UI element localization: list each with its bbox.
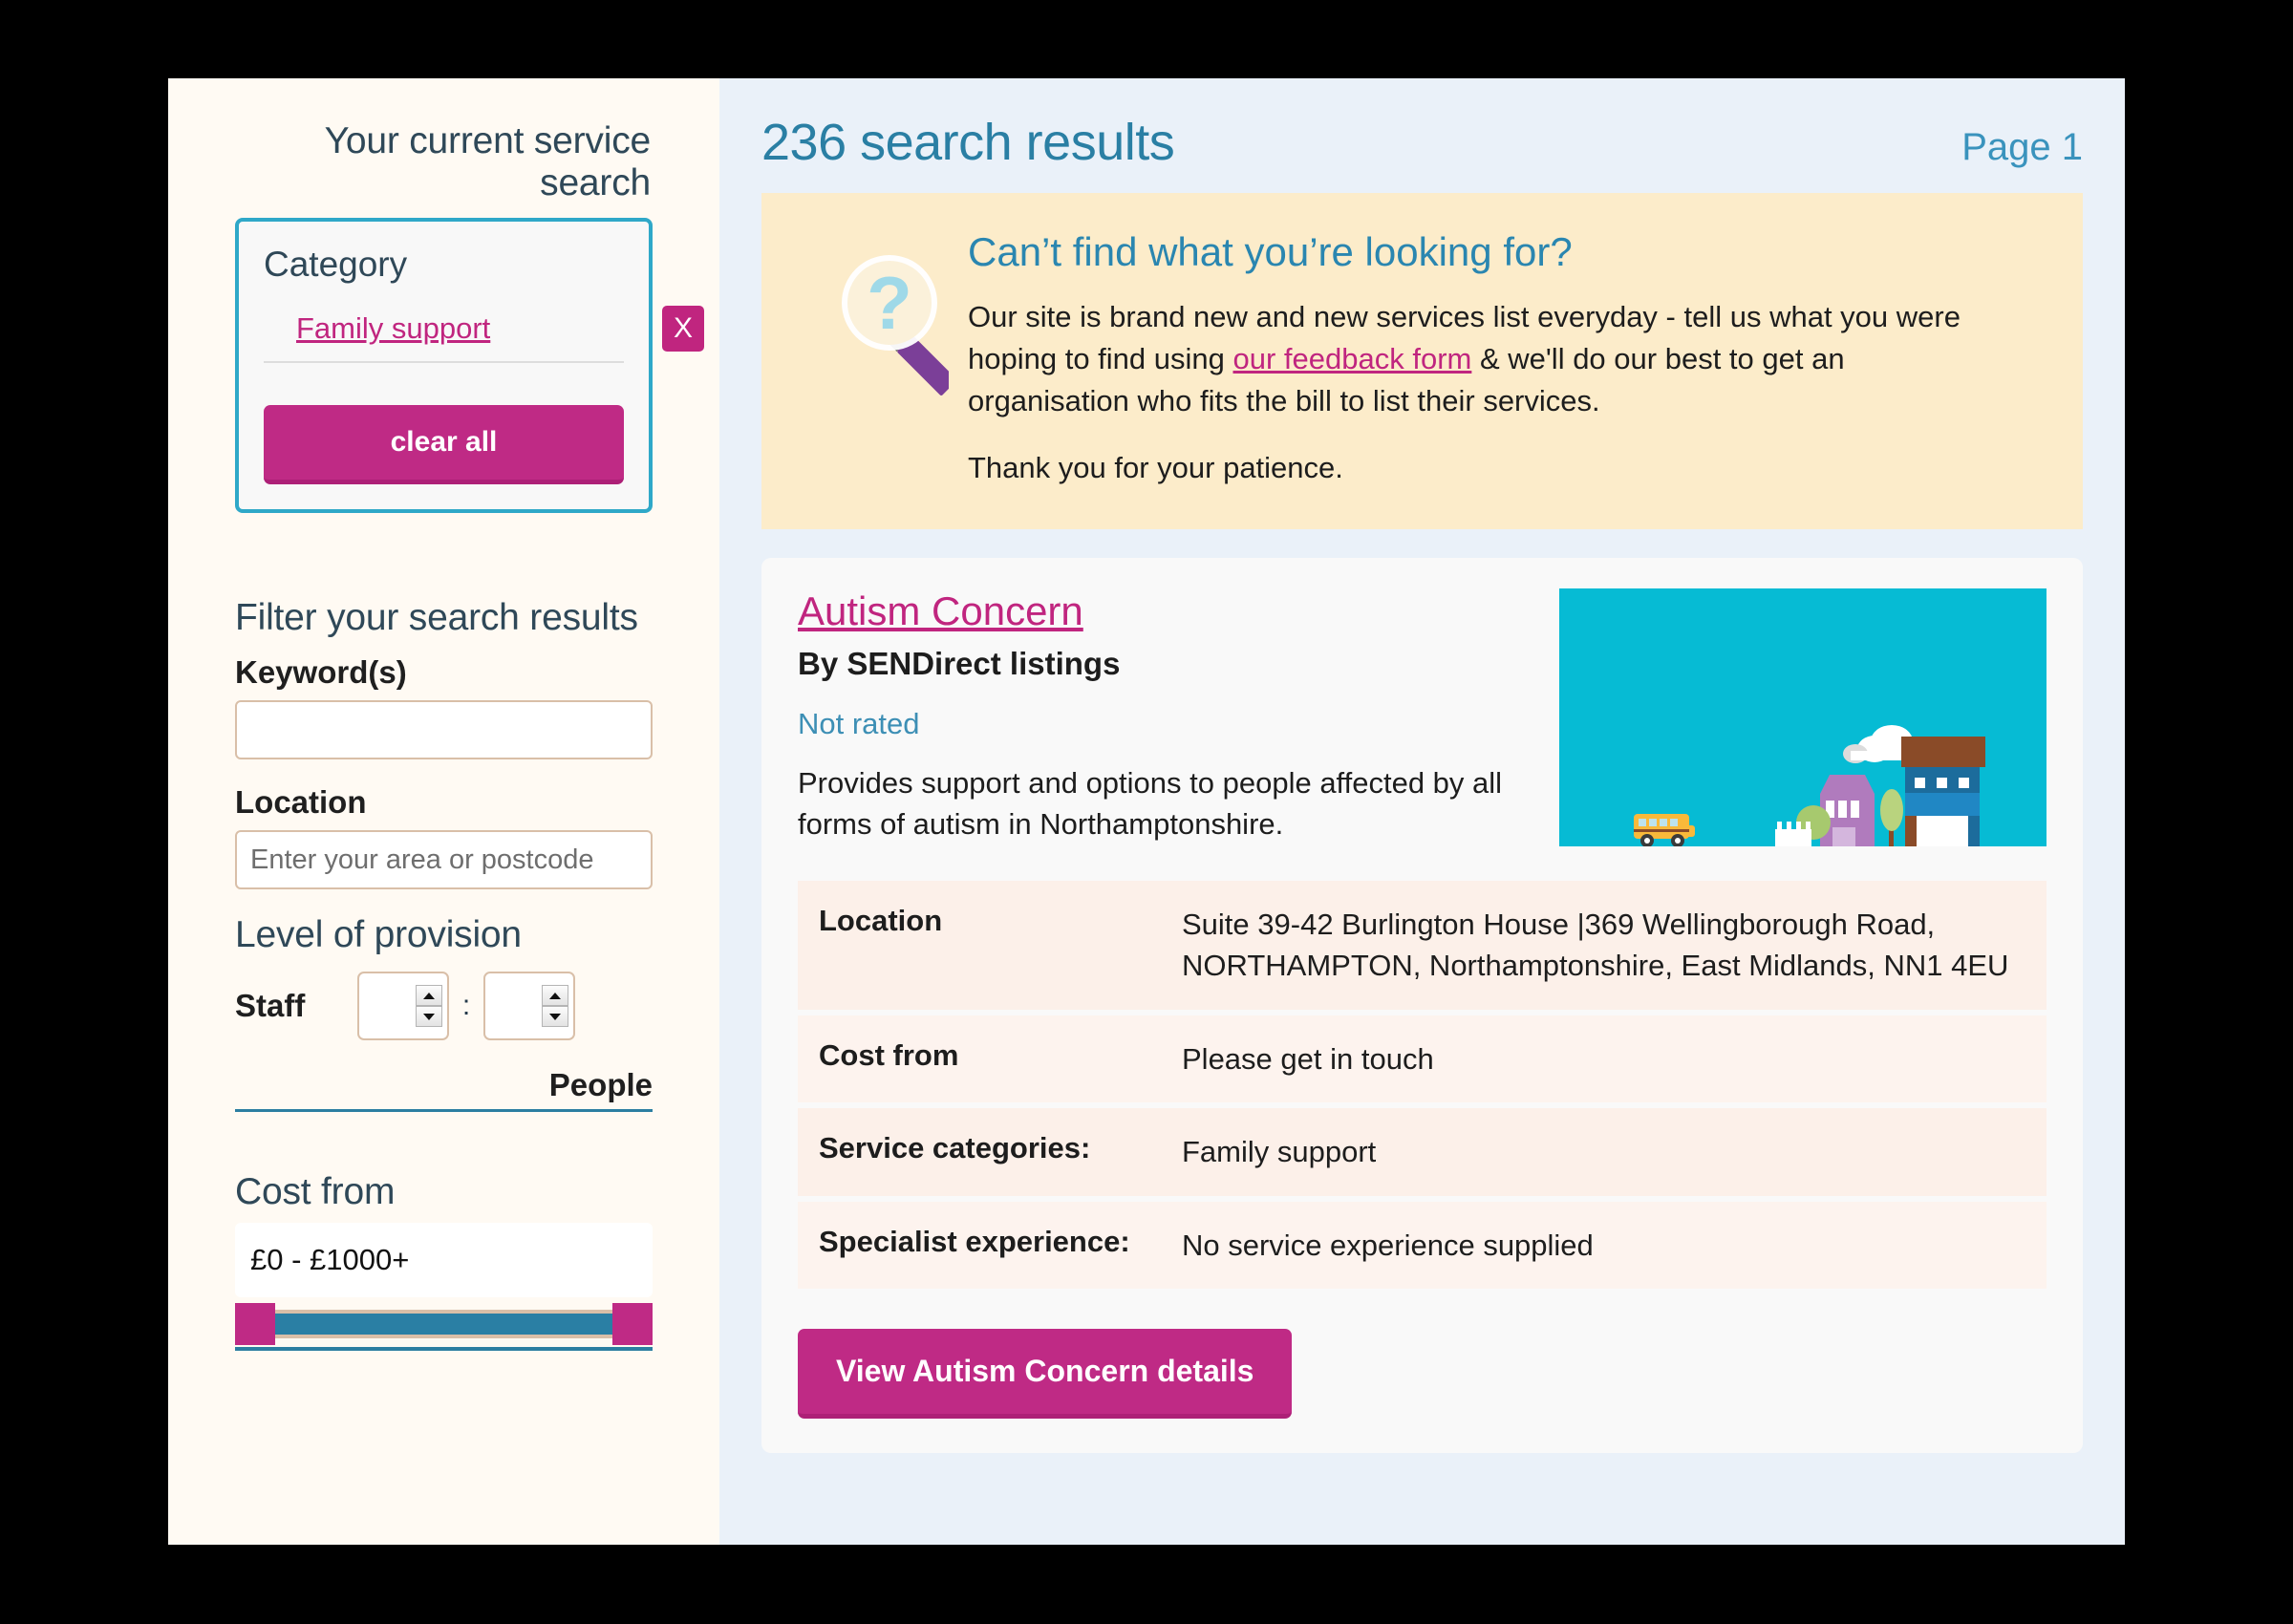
stepper-arrows-right-icon[interactable]: [542, 985, 568, 1027]
slider-track[interactable]: [235, 1310, 653, 1338]
ratio-separator: :: [461, 990, 471, 1021]
location-input[interactable]: [235, 830, 653, 889]
service-description: Provides support and options to people a…: [798, 766, 1503, 842]
slider-handle-min[interactable]: [235, 1303, 275, 1345]
category-label: Category: [264, 245, 408, 284]
detail-value: No service experience supplied: [1182, 1228, 1594, 1262]
staff-label: Staff: [235, 988, 306, 1023]
detail-value: Family support: [1182, 1135, 1377, 1169]
keywords-input[interactable]: [235, 700, 653, 759]
page-indicator: Page 1: [1961, 126, 2083, 168]
staff-ratio-row: Staff :: [235, 972, 653, 1040]
detail-key: Service categories:: [819, 1131, 1091, 1165]
slider-baseline: [235, 1347, 653, 1351]
notice-body: Can’t find what you’re looking for? Our …: [949, 229, 2039, 489]
table-row: Cost from Please get in touch: [798, 1015, 2047, 1103]
detail-value: Please get in touch: [1182, 1041, 1434, 1076]
notice-title: Can’t find what you’re looking for?: [968, 229, 1573, 274]
view-service-details-button[interactable]: View Autism Concern details: [798, 1329, 1293, 1420]
result-card-text: Autism Concern By SENDirect listings Not…: [798, 588, 1559, 845]
cost-from-title: Cost from: [235, 1171, 396, 1212]
cost-range-value: £0 - £1000+: [235, 1223, 653, 1297]
service-detail-table: Location Suite 39-42 Burlington House |3…: [798, 881, 2047, 1290]
cant-find-notice: ? Can’t find what you’re looking for? Ou…: [761, 193, 2083, 530]
service-provider: By SENDirect listings: [798, 646, 1121, 682]
clear-all-button[interactable]: clear all: [264, 405, 624, 484]
selected-category-link[interactable]: Family support: [296, 311, 490, 345]
main-results-panel: 236 search results Page 1 ? Can’t find w…: [719, 78, 2125, 1545]
level-of-provision-title: Level of provision: [235, 914, 522, 955]
table-row: Service categories: Family support: [798, 1108, 2047, 1196]
notice-paragraph-1: Our site is brand new and new services l…: [968, 296, 1961, 422]
feedback-form-link[interactable]: our feedback form: [1233, 342, 1472, 375]
staff-ratio-left-stepper[interactable]: [357, 972, 449, 1040]
service-thumbnail: [1559, 588, 2047, 847]
service-rating: Not rated: [798, 707, 920, 741]
stepper-up-icon[interactable]: [542, 985, 568, 1006]
staff-ratio-right-stepper[interactable]: [483, 972, 575, 1040]
table-row: Specialist experience: No service experi…: [798, 1201, 2047, 1290]
stepper-down-icon[interactable]: [416, 1006, 442, 1027]
selected-category-row: Family support X: [264, 306, 704, 363]
people-row: People: [235, 1067, 653, 1112]
svg-text:?: ?: [867, 261, 912, 345]
results-header: 236 search results Page 1: [761, 78, 2083, 193]
search-sidebar: Your current service search Category Fam…: [168, 78, 719, 1545]
detail-value: Suite 39-42 Burlington House |369 Wellin…: [1182, 908, 2009, 983]
slider-handle-max[interactable]: [612, 1303, 653, 1345]
location-label: Location: [235, 784, 367, 820]
stepper-up-icon[interactable]: [416, 985, 442, 1006]
search-results-page: Your current service search Category Fam…: [168, 78, 2125, 1545]
detail-key: Cost from: [819, 1037, 959, 1072]
filter-section-title: Filter your search results: [235, 597, 638, 638]
result-card-header: Autism Concern By SENDirect listings Not…: [798, 588, 2047, 847]
stepper-arrows-left-icon[interactable]: [416, 985, 442, 1027]
cost-range-slider[interactable]: [235, 1299, 653, 1351]
current-search-title: Your current service search: [324, 120, 652, 203]
keywords-label: Keyword(s): [235, 654, 407, 690]
table-row: Location Suite 39-42 Burlington House |3…: [798, 881, 2047, 1010]
stepper-down-icon[interactable]: [542, 1006, 568, 1027]
service-name-link[interactable]: Autism Concern: [798, 588, 1083, 634]
notice-paragraph-2: Thank you for your patience.: [968, 451, 1343, 485]
result-card: Autism Concern By SENDirect listings Not…: [761, 558, 2083, 1454]
detail-key: Location: [819, 904, 943, 938]
current-search-box: Category Family support X clear all: [235, 218, 704, 513]
remove-category-button[interactable]: X: [662, 306, 704, 352]
people-label: People: [548, 1067, 653, 1102]
magnifier-question-icon: ?: [805, 229, 957, 489]
detail-key: Specialist experience:: [819, 1224, 1130, 1258]
results-count: 236 search results: [761, 114, 1175, 171]
